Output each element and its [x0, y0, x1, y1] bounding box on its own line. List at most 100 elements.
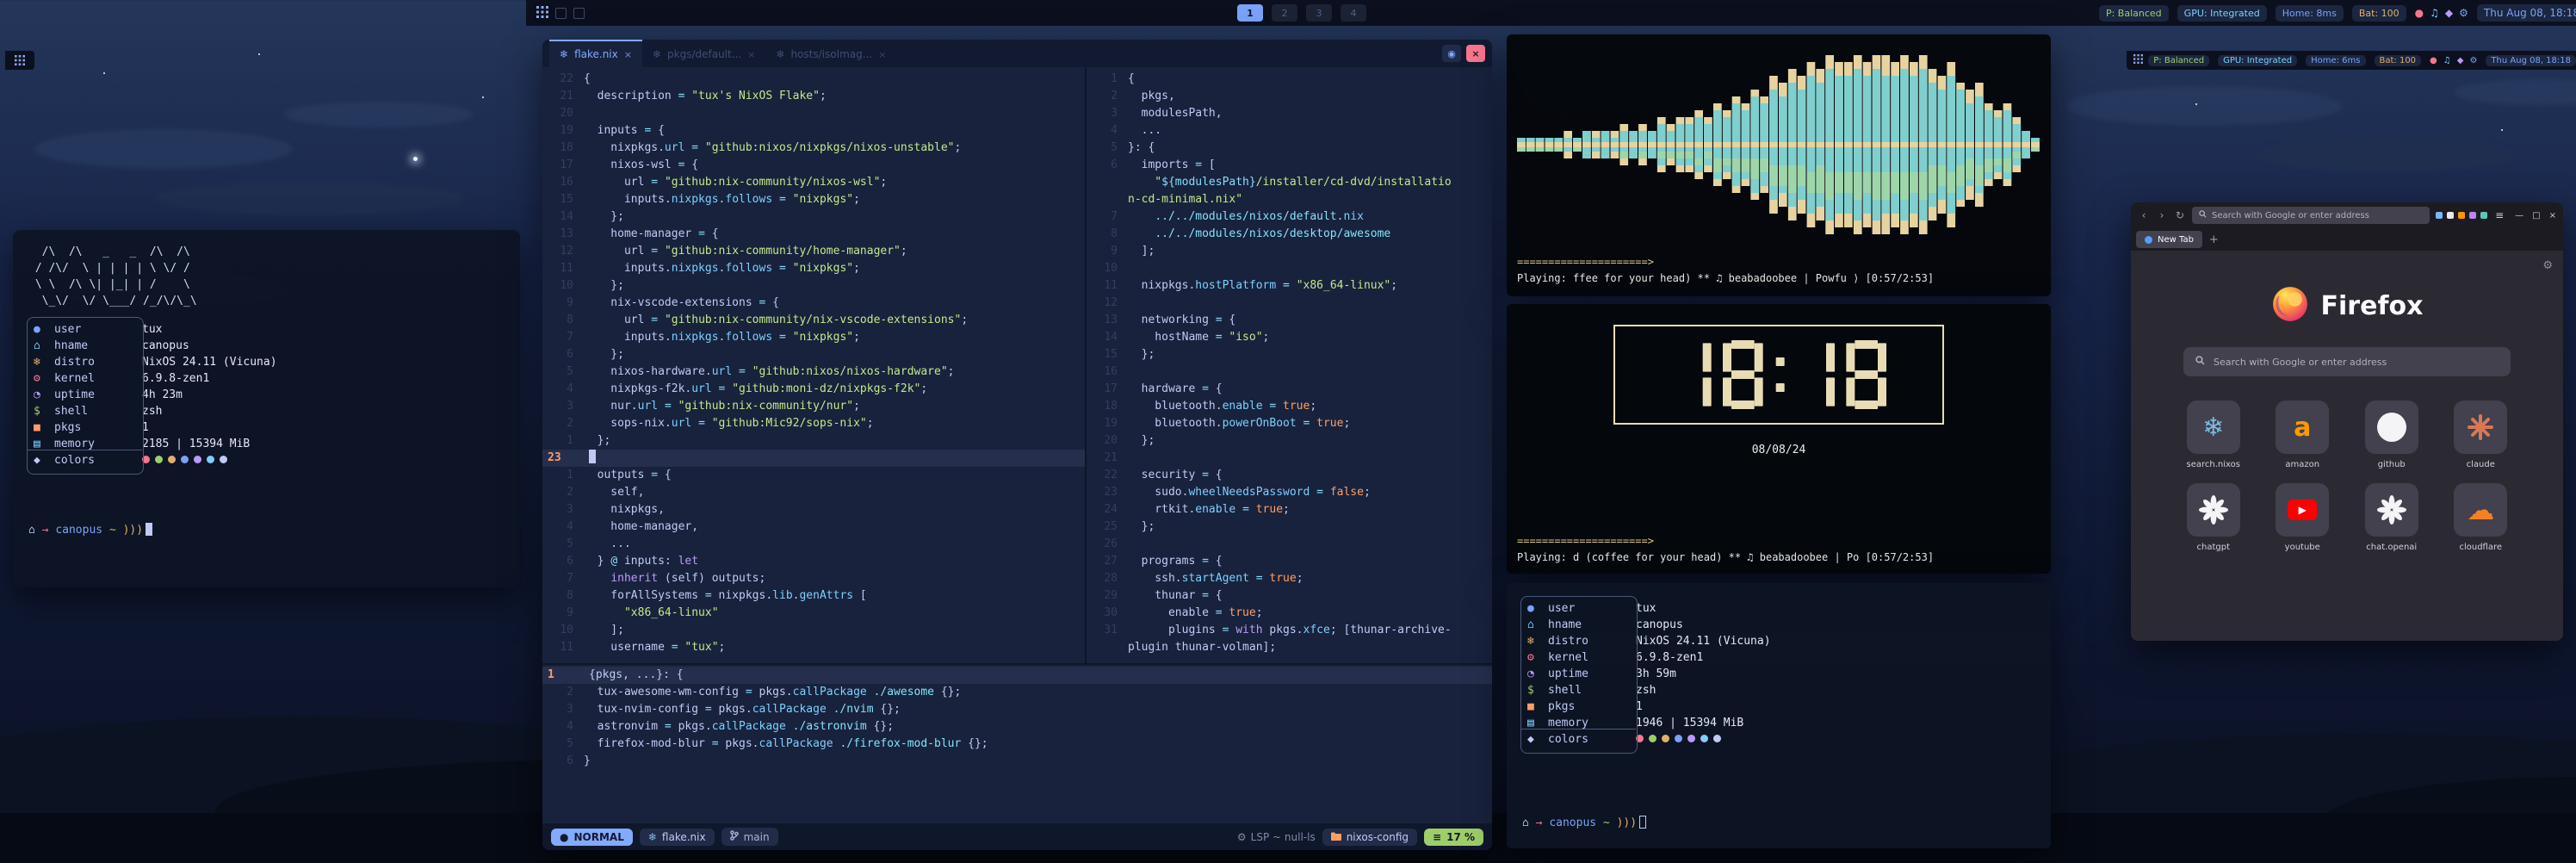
- fetch-row: ▤memory2185 | 15394 MiB: [34, 436, 505, 452]
- clock-widget[interactable]: Thu Aug 08, 18:18: [2486, 55, 2576, 66]
- now-playing-text: Playing: d (coffee for your head) ** ♫ b…: [1517, 549, 2040, 565]
- workspace-1[interactable]: 1: [1237, 4, 1263, 22]
- hname-icon: ⌂: [34, 338, 54, 354]
- shortcut-claude[interactable]: claude: [2443, 400, 2520, 469]
- app-launcher-icon[interactable]: [536, 6, 548, 21]
- fetch-row: ❄distroNixOS 24.11 (Vicuna): [34, 354, 505, 370]
- shortcut-chatgpt[interactable]: chatgpt: [2175, 483, 2252, 552]
- editor-pane-flake[interactable]: 22{21 description = "tux's NixOS Flake";…: [542, 67, 1085, 663]
- tray-status-icon[interactable]: ◆: [2445, 7, 2453, 19]
- buffer-close-button[interactable]: ×: [1466, 45, 1485, 62]
- maximize-button[interactable]: □: [2532, 211, 2540, 220]
- workspace-3[interactable]: 3: [1306, 4, 1332, 22]
- extension-icon[interactable]: [2480, 212, 2487, 219]
- new-tab-button[interactable]: +: [2209, 233, 2219, 246]
- tab-close-icon[interactable]: ×: [878, 49, 886, 60]
- extension-icon[interactable]: [2447, 212, 2454, 219]
- code-line: 3 nixpkgs,: [542, 501, 1085, 518]
- shortcut-label: search.nixos: [2187, 460, 2240, 469]
- tray-widget[interactable]: P: Balanced: [2099, 5, 2169, 22]
- code-line: 17 hardware = {: [1087, 381, 1492, 398]
- shortcut-amazon[interactable]: aamazon: [2264, 400, 2342, 469]
- firefox-window[interactable]: ‹ › ↻ Search with Google or enter addres…: [2131, 202, 2563, 641]
- buffer-tabline: ❄flake.nix×❄pkgs/default...×❄hosts/isoIm…: [542, 40, 1492, 67]
- app-launcher-icon[interactable]: [15, 53, 25, 69]
- system-tray: P: Balanced GPU: Integrated Home: 8ms Bat: …: [2099, 4, 2576, 22]
- shortcut-chat-openai[interactable]: chat.openai: [2353, 483, 2430, 552]
- hamburger-menu-button[interactable]: ≡: [2495, 209, 2504, 221]
- tab-close-icon[interactable]: ×: [747, 49, 755, 60]
- ascii-art: /\ /\ _ _ /\ /\ / /\/ \ | | | | \ \/ / \…: [28, 244, 505, 309]
- tray-status-icon[interactable]: ♫: [2443, 56, 2451, 65]
- fetch-terminal-panel[interactable]: ●usertux⌂hnamecanopus❄distroNixOS 24.11 …: [1507, 583, 2051, 848]
- newtab-search-bar[interactable]: Search with Google or enter address: [2183, 347, 2511, 376]
- editor-tab-pkgs-default-[interactable]: ❄pkgs/default...×: [642, 40, 765, 67]
- now-playing-text: Playing: ffee for your head) ** ♫ beabad…: [1517, 270, 2040, 286]
- workspace-2[interactable]: 2: [1272, 4, 1297, 22]
- code-line: 15 inputs.nixpkgs.follows = "nixpkgs";: [542, 191, 1085, 208]
- code-line: 12 url = "github:nix-community/home-mana…: [542, 243, 1085, 260]
- code-line: 16: [1087, 363, 1492, 381]
- code-line: 27 programs = {: [1087, 553, 1492, 570]
- palette-dot: [1636, 735, 1644, 742]
- tray-widget[interactable]: Home: 8ms: [2276, 5, 2344, 22]
- workspace-4[interactable]: 4: [1341, 4, 1366, 22]
- editor-tab-flake-nix[interactable]: ❄flake.nix×: [549, 40, 642, 67]
- layout-indicator-icon: [555, 8, 567, 19]
- editor-pane-iso[interactable]: 1{2 pkgs,3 modulesPath,4 ...5}: {6 impor…: [1085, 67, 1492, 663]
- code-line: 10 };: [542, 277, 1085, 295]
- code-line: 5 ...: [542, 536, 1085, 553]
- neovim-window[interactable]: ❄flake.nix×❄pkgs/default...×❄hosts/isoIm…: [542, 40, 1492, 850]
- code-line: 19 inputs = {: [542, 122, 1085, 140]
- tray-widget[interactable]: GPU: Integrated: [2218, 55, 2297, 66]
- extension-icon[interactable]: [2458, 212, 2465, 219]
- code-line: 11 nixpkgs.hostPlatform = "x86_64-linux"…: [1087, 277, 1492, 295]
- reload-button[interactable]: ↻: [2174, 209, 2186, 221]
- palette-dot: [1675, 735, 1682, 742]
- shortcut-github[interactable]: github: [2353, 400, 2430, 469]
- extension-icon[interactable]: [2469, 212, 2476, 219]
- tray-widget[interactable]: Bat: 100: [2352, 5, 2406, 22]
- clock-widget[interactable]: Thu Aug 08, 18:18: [2477, 4, 2576, 22]
- code-line: 17 nixos-wsl = {: [542, 157, 1085, 174]
- code-line: 21 description = "tux's NixOS Flake";: [542, 88, 1085, 105]
- minimize-button[interactable]: —: [2515, 211, 2523, 220]
- uptime-icon: ◔: [34, 387, 54, 403]
- tray-status-icon[interactable]: ●: [2430, 56, 2437, 65]
- tray-widget[interactable]: GPU: Integrated: [2177, 5, 2267, 22]
- close-button[interactable]: ×: [2549, 211, 2556, 220]
- app-launcher-icon[interactable]: [2133, 54, 2143, 66]
- address-bar[interactable]: Search with Google or enter address: [2192, 207, 2430, 224]
- tray-widget[interactable]: Home: 6ms: [2306, 55, 2365, 66]
- star: [2501, 129, 2503, 131]
- back-button[interactable]: ‹: [2138, 209, 2150, 221]
- shell-icon: $: [1527, 682, 1548, 698]
- buffer-picker-button[interactable]: ◉: [1442, 45, 1461, 62]
- shortcut-cloudflare[interactable]: ☁cloudflare: [2443, 483, 2520, 552]
- tray-widget[interactable]: Bat: 100: [2375, 55, 2422, 66]
- forward-button[interactable]: ›: [2156, 209, 2168, 221]
- tray-status-icon[interactable]: ⚙: [2459, 7, 2468, 19]
- tray-status-icon[interactable]: ⚙: [2469, 56, 2477, 65]
- editor-tab-hosts-isoImag-[interactable]: ❄hosts/isoImag...×: [765, 40, 896, 67]
- extension-icon[interactable]: [2436, 212, 2443, 219]
- audio-visualizer-panel: =====================> Playing: ffee for…: [1507, 34, 2051, 296]
- tray-icons: ● ♫ ◆ ⚙: [2430, 56, 2477, 65]
- kernel-icon: ⚙: [1527, 649, 1548, 666]
- tray-status-icon[interactable]: ●: [2415, 7, 2424, 19]
- tab-close-icon[interactable]: ×: [624, 49, 632, 60]
- shortcut-youtube[interactable]: ▶youtube: [2264, 483, 2342, 552]
- tab-new-tab[interactable]: New Tab: [2136, 231, 2202, 248]
- palette-dot: [207, 456, 214, 463]
- terminal-window[interactable]: /\ /\ _ _ /\ /\ / /\/ \ | | | | \ \/ / \…: [13, 230, 520, 587]
- editor-pane-default-nix[interactable]: 1{pkgs, ...}: {2 tux-awesome-wm-config =…: [542, 663, 1492, 827]
- tray-widget[interactable]: P: Balanced: [2148, 55, 2209, 66]
- code-line: 6}: [542, 753, 1492, 770]
- tray-status-icon[interactable]: ♫: [2430, 7, 2439, 19]
- personalize-gear-icon[interactable]: ⚙: [2542, 259, 2553, 272]
- tray-status-icon[interactable]: ◆: [2457, 56, 2464, 65]
- shortcut-search-nixos[interactable]: ❄search.nixos: [2175, 400, 2252, 469]
- memory-icon: ▤: [1527, 715, 1548, 731]
- distro-icon: ❄: [1527, 633, 1548, 649]
- tray-app-icon: [573, 8, 585, 19]
